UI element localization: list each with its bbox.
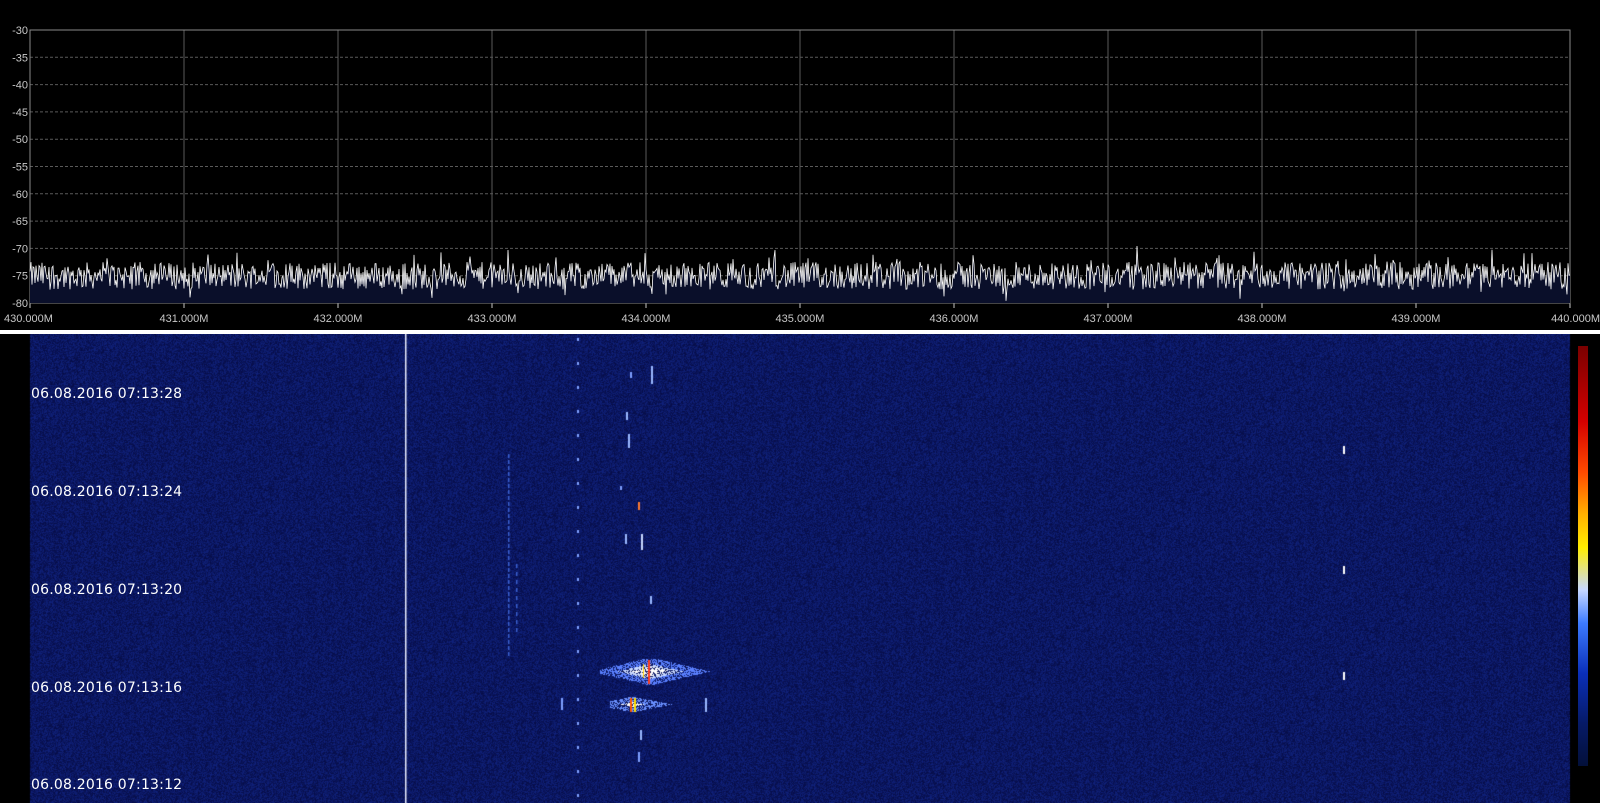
waterfall-canvas[interactable] — [0, 334, 1600, 803]
y-tick-label: -40 — [12, 80, 28, 92]
x-tick-label: 435.000M — [776, 313, 825, 325]
timestamp-label: 06.08.2016 07:13:20 — [31, 582, 183, 598]
y-tick-label: -60 — [12, 189, 28, 201]
x-tick-label: 438.000M — [1238, 313, 1287, 325]
x-tick-label: 433.000M — [468, 313, 517, 325]
spectrum-plot[interactable]: -30 -35 -40 -45 -50 -55 -60 -65 -70 -75 -80 430.000… — [0, 0, 1600, 330]
y-tick-label: -35 — [12, 52, 28, 64]
timestamp-label: 06.08.2016 07:13:24 — [31, 484, 183, 500]
timestamp-label: 06.08.2016 07:13:16 — [31, 680, 183, 696]
x-tick-label: 432.000M — [314, 313, 363, 325]
y-tick-label: -45 — [12, 107, 28, 119]
y-tick-label: -55 — [12, 162, 28, 174]
x-tick-label: 437.000M — [1084, 313, 1133, 325]
y-tick-label: -70 — [12, 243, 28, 255]
waterfall-panel[interactable]: 06.08.2016 07:13:28 06.08.2016 07:13:24 … — [0, 334, 1600, 803]
y-tick-label: -50 — [12, 134, 28, 146]
y-tick-label: -80 — [12, 298, 28, 310]
y-tick-label: -30 — [12, 25, 28, 37]
x-tick-label: 436.000M — [930, 313, 979, 325]
x-tick-label: 430.000M — [4, 313, 53, 325]
y-tick-label: -65 — [12, 216, 28, 228]
timestamp-label: 06.08.2016 07:13:28 — [31, 386, 183, 402]
x-tick-label: 439.000M — [1392, 313, 1441, 325]
timestamp-label: 06.08.2016 07:13:12 — [31, 777, 183, 793]
x-tick-label: 434.000M — [622, 313, 671, 325]
x-tick-label: 431.000M — [160, 313, 209, 325]
x-tick-label: 440.000M — [1551, 313, 1600, 325]
y-tick-label: -75 — [12, 271, 28, 283]
intensity-colorbar — [1578, 346, 1588, 766]
